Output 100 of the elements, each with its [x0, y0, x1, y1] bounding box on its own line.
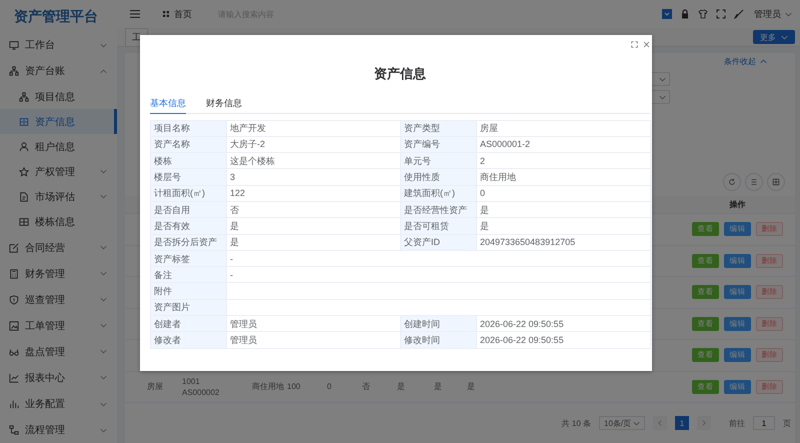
refresh-icon: [728, 178, 736, 186]
shirt-icon[interactable]: [698, 9, 708, 19]
tab[interactable]: 财务信息: [206, 97, 242, 114]
monitor-icon: [9, 40, 19, 50]
close-icon[interactable]: [643, 41, 650, 48]
nav-item[interactable]: 资产信息: [0, 109, 117, 134]
field-label: 修改时间: [400, 332, 476, 348]
page-number[interactable]: 1: [675, 416, 689, 430]
field-value: 房屋: [476, 120, 650, 136]
table-cell-text: 房屋: [147, 381, 164, 392]
chevron-down-icon: [100, 375, 107, 380]
nav-item[interactable]: 财务管理: [0, 260, 117, 287]
nav-item[interactable]: 项目信息: [0, 84, 117, 110]
page-jump-field[interactable]: 1: [753, 416, 775, 430]
field-value: 地产开发: [226, 120, 400, 136]
chevron-up-icon: [760, 59, 767, 64]
table-cell-text: 是: [434, 381, 443, 392]
field-value: 大房子-2: [226, 136, 400, 153]
field-label: 资产类型: [400, 120, 476, 136]
field-label: 创建者: [150, 316, 226, 332]
chevron-down-icon: [100, 169, 107, 174]
image-icon: [9, 320, 19, 331]
field-label: 备注: [150, 266, 226, 283]
nav-item[interactable]: 合同经营: [0, 234, 117, 261]
refresh-button[interactable]: [723, 173, 741, 191]
nav-item[interactable]: 资产台账: [0, 58, 117, 84]
nav-item[interactable]: 租户信息: [0, 134, 117, 160]
field-label: 修改者: [150, 332, 226, 348]
nav-item[interactable]: 巡查管理: [0, 286, 117, 313]
dialog-title: 资产信息: [374, 65, 426, 83]
document-icon: [19, 192, 29, 202]
nav-item[interactable]: 市场评估: [0, 184, 117, 210]
nav-item[interactable]: 流程管理: [0, 417, 117, 443]
columns-button[interactable]: [745, 173, 763, 191]
brush-icon[interactable]: [734, 9, 744, 19]
grid-icon: [772, 178, 780, 186]
chevron-square-icon[interactable]: [662, 9, 672, 19]
chevron-down-icon: [781, 34, 788, 40]
nav-item[interactable]: 工单管理: [0, 312, 117, 339]
field-label: 建筑面积(㎡): [400, 185, 476, 202]
field-value: 是: [476, 218, 650, 234]
field-label: 资产图片: [150, 299, 226, 316]
field-value: AS000001-2: [476, 136, 650, 153]
field-value: 管理员: [226, 316, 400, 332]
chevron-down-icon: [633, 420, 640, 426]
field-label: 楼栋: [150, 152, 226, 169]
user-menu[interactable]: 管理员: [754, 8, 792, 20]
total-count: 共 10 条: [562, 418, 591, 428]
nav-item[interactable]: 产权管理: [0, 159, 117, 184]
fullscreen-icon[interactable]: [716, 9, 726, 19]
field-value: 这是个楼栋: [226, 152, 400, 169]
chevron-down-icon: [100, 323, 107, 328]
nav-item[interactable]: 工作台: [0, 32, 117, 58]
chevron-down-icon: [100, 271, 107, 276]
table-cell-text: AS000002: [182, 386, 220, 398]
nav-item[interactable]: 报表中心: [0, 364, 117, 391]
field-value: -: [226, 266, 650, 283]
lock-icon[interactable]: [680, 9, 690, 19]
collapse-toggle[interactable]: 条件收起: [724, 56, 767, 67]
grid-button[interactable]: [767, 173, 785, 191]
glasses-icon: [9, 346, 19, 357]
field-value: 否: [226, 201, 400, 218]
page-size-select[interactable]: 10条/页: [599, 416, 645, 430]
field-label: 父资产ID: [400, 234, 476, 250]
nav-item[interactable]: 业务配置: [0, 390, 117, 418]
bar-chart-icon: [9, 399, 19, 409]
field-value: 管理员: [226, 332, 400, 348]
field-label: 是否可租赁: [400, 218, 476, 234]
field-label: 附件: [150, 282, 226, 300]
table-cell-text: 是: [397, 381, 406, 392]
grid-icon: [19, 217, 29, 228]
column-header: 操作: [728, 199, 746, 211]
chevron-down-icon: [659, 94, 666, 100]
home-tab[interactable]: 首页: [163, 8, 192, 20]
app-logo: 资产管理平台: [13, 7, 99, 26]
field-value: 2049733650483912705: [476, 234, 650, 250]
table-cell-text: 0: [327, 381, 332, 392]
field-label: 单元号: [400, 152, 476, 169]
chevron-down-icon: [100, 297, 107, 302]
field-label: 资产编号: [400, 136, 476, 153]
field-value: 2: [476, 152, 650, 169]
field-label: 计租面积(㎡): [150, 185, 226, 202]
fullscreen-icon[interactable]: [631, 41, 638, 48]
table-cell-text: 100: [287, 381, 302, 392]
nav-item[interactable]: 盘点管理: [0, 338, 117, 365]
field-value: -: [226, 250, 650, 267]
table-cell-text: 否: [362, 381, 371, 392]
field-label: 是否经营性资产: [400, 201, 476, 218]
field-label: 资产名称: [150, 136, 226, 153]
menu-icon[interactable]: [129, 9, 141, 19]
tab[interactable]: 基本信息: [150, 97, 186, 114]
field-value: 2026-06-22 09:50:55: [476, 332, 650, 348]
chevron-down-icon: [659, 76, 666, 82]
nav-item[interactable]: 楼栋信息: [0, 210, 117, 235]
field-label: 项目名称: [150, 120, 226, 136]
chevron-down-icon: [100, 42, 107, 48]
chevron-down-icon: [100, 349, 107, 354]
more-button[interactable]: 更多: [753, 30, 795, 44]
field-value: 是: [226, 218, 400, 234]
field-value: 是: [476, 201, 650, 218]
